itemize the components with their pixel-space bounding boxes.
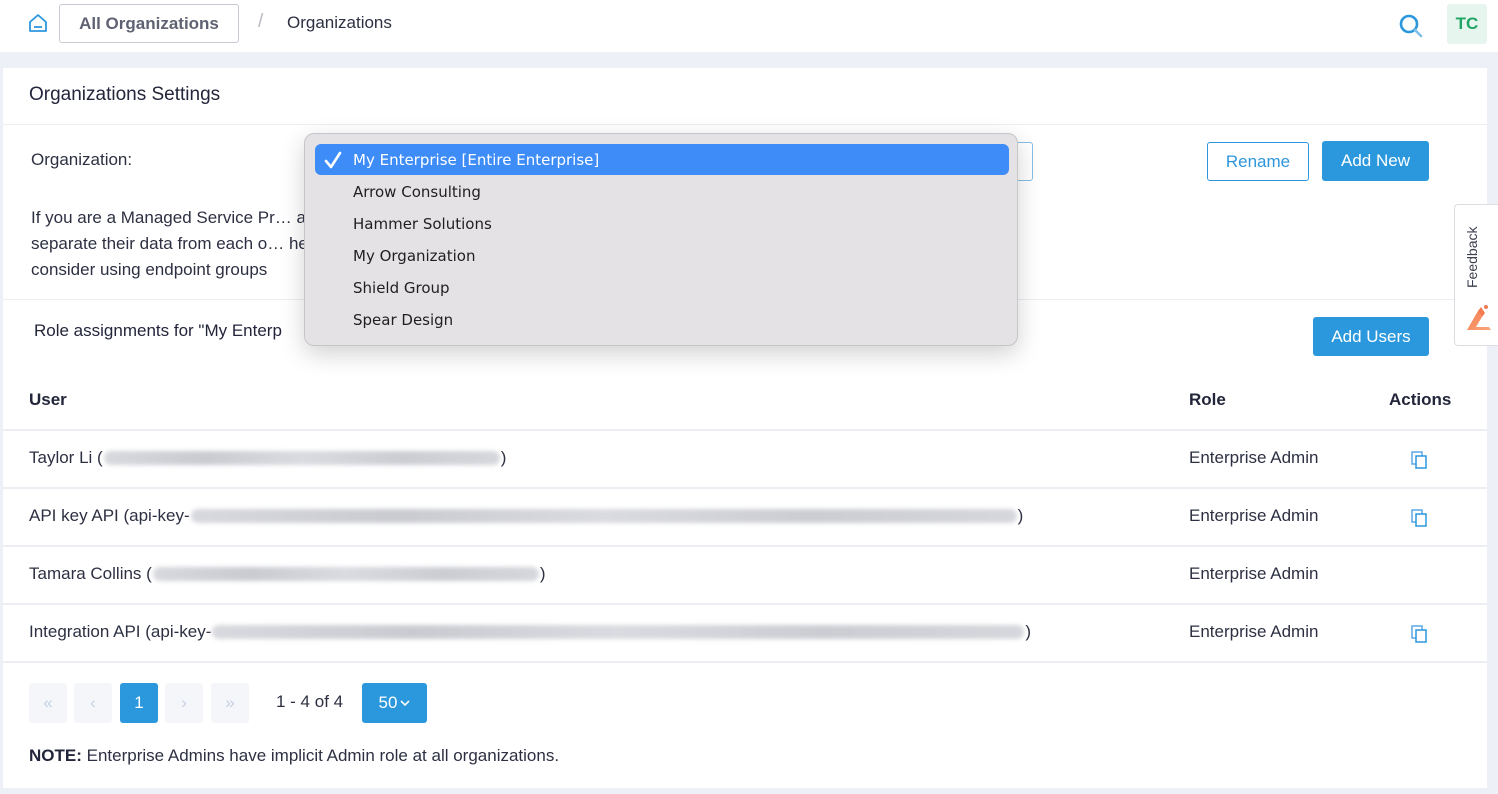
dropdown-option-label: My Organization	[353, 246, 476, 265]
prev-page-button[interactable]: ‹	[74, 683, 112, 723]
user-cell: API key API (api-key- )	[29, 506, 1023, 526]
copy-icon[interactable]	[1410, 624, 1430, 644]
page-size-select[interactable]: 50	[362, 683, 427, 723]
dropdown-option-label: Spear Design	[353, 310, 454, 329]
dropdown-option[interactable]: My Enterprise [Entire Enterprise]	[315, 144, 1009, 175]
dropdown-option[interactable]: My Organization	[315, 240, 1009, 271]
redacted-email	[103, 451, 500, 465]
avatar[interactable]: TC	[1447, 4, 1487, 44]
next-page-button[interactable]: ›	[165, 683, 203, 723]
user-suffix: )	[539, 564, 546, 583]
table-row: Integration API (api-key- ) Enterprise A…	[3, 603, 1487, 661]
rename-button[interactable]: Rename	[1207, 142, 1309, 181]
last-page-button[interactable]: »	[211, 683, 249, 723]
dropdown-option[interactable]: Shield Group	[315, 272, 1009, 303]
organization-dropdown-menu: My Enterprise [Entire Enterprise] Arrow …	[304, 133, 1018, 346]
role-cell: Enterprise Admin	[1189, 622, 1319, 641]
dropdown-option[interactable]: Hammer Solutions	[315, 208, 1009, 239]
note-text: Enterprise Admins have implicit Admin ro…	[81, 746, 560, 765]
divider	[3, 124, 1487, 125]
redacted-api-key	[212, 625, 1025, 639]
note: NOTE: Enterprise Admins have implicit Ad…	[29, 746, 559, 766]
column-header-role: Role	[1189, 390, 1226, 409]
pagination-info: 1 - 4 of 4	[276, 692, 344, 711]
dropdown-option-label: Shield Group	[353, 278, 450, 297]
table-row: Taylor Li ( ) Enterprise Admin	[3, 429, 1487, 487]
page-1-button[interactable]: 1	[120, 683, 158, 723]
feedback-label: Feedback	[1464, 226, 1480, 288]
role-cell: Enterprise Admin	[1189, 448, 1319, 467]
chevron-down-icon	[400, 700, 411, 707]
home-icon[interactable]	[27, 12, 49, 34]
user-name: Taylor Li (	[29, 448, 103, 467]
breadcrumb-separator: /	[258, 11, 264, 32]
dropdown-option[interactable]: Spear Design	[315, 304, 1009, 335]
user-cell: Integration API (api-key- )	[29, 622, 1031, 642]
page-title: Organizations Settings	[29, 84, 221, 105]
table-row: API key API (api-key- ) Enterprise Admin	[3, 487, 1487, 545]
dropdown-option-label: Arrow Consulting	[353, 182, 481, 201]
breadcrumb-all-organizations[interactable]: All Organizations	[59, 4, 239, 43]
user-cell: Tamara Collins ( )	[29, 564, 545, 584]
column-header-actions: Actions	[1389, 390, 1452, 409]
user-name: API key API (api-key-	[29, 506, 190, 525]
redacted-api-key	[190, 509, 1017, 523]
table-row: Tamara Collins ( ) Enterprise Admin	[3, 545, 1487, 603]
add-users-button[interactable]: Add Users	[1313, 317, 1429, 356]
note-label: NOTE:	[29, 746, 82, 765]
divider	[3, 661, 1487, 663]
user-cell: Taylor Li ( )	[29, 448, 506, 468]
copy-icon[interactable]	[1410, 450, 1430, 470]
add-new-button[interactable]: Add New	[1322, 141, 1429, 181]
role-assignments-title: Role assignments for "My Enterp	[34, 321, 282, 340]
first-page-button[interactable]: «	[29, 683, 67, 723]
redacted-email	[152, 567, 539, 581]
role-cell: Enterprise Admin	[1189, 564, 1319, 583]
search-icon[interactable]	[1398, 13, 1424, 39]
organization-label: Organization:	[31, 150, 133, 169]
role-cell: Enterprise Admin	[1189, 506, 1319, 525]
copy-icon[interactable]	[1410, 508, 1430, 528]
user-name: Tamara Collins (	[29, 564, 152, 583]
user-suffix: )	[500, 448, 507, 467]
page-size-value: 50	[378, 693, 398, 712]
user-name: Integration API (api-key-	[29, 622, 212, 641]
dropdown-option-label: Hammer Solutions	[353, 214, 492, 233]
feedback-tab[interactable]: Feedback	[1454, 204, 1498, 346]
feedback-logo-icon	[1467, 305, 1491, 330]
dropdown-option[interactable]: Arrow Consulting	[315, 176, 1009, 207]
dropdown-option-label: My Enterprise [Entire Enterprise]	[353, 150, 600, 169]
user-suffix: )	[1025, 622, 1032, 641]
top-bar: All Organizations / Organizations TC	[0, 0, 1498, 52]
breadcrumb-current: Organizations	[287, 13, 392, 32]
column-header-user: User	[29, 390, 67, 409]
user-suffix: )	[1017, 506, 1024, 525]
checkmark-icon	[324, 151, 342, 169]
